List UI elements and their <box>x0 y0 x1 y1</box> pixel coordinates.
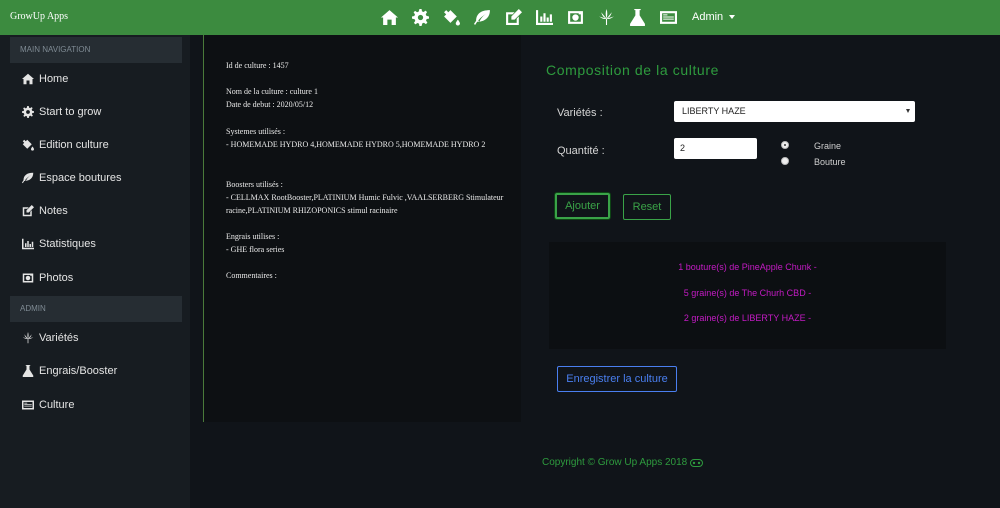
sidebar-item-label: Notes <box>39 205 68 217</box>
boosters-list: - CELLMAX RootBooster,PLATINIUM Humic Fu… <box>226 193 504 215</box>
sidebar-item-start-to-grow[interactable]: Start to grow <box>22 104 101 120</box>
varietes-select[interactable]: LIBERTY HAZE <box>674 101 915 122</box>
list-item: 2 graine(s) de LIBERTY HAZE - <box>683 313 812 323</box>
culture-id: Id de culture : 1457 <box>226 61 289 70</box>
sidebar-item-label: Home <box>39 73 69 85</box>
sidebar-item-label: Engrais/Booster <box>39 365 118 377</box>
id-card-icon <box>22 400 34 410</box>
reset-button[interactable]: Reset <box>623 194 671 220</box>
paint-bucket-icon[interactable] <box>440 6 462 28</box>
admin-dropdown[interactable]: Admin <box>692 11 736 23</box>
culture-start-date: Date de debut : 2020/05/12 <box>226 100 314 109</box>
leaf-icon[interactable] <box>471 6 493 28</box>
home-icon[interactable] <box>378 6 400 28</box>
quantite-label: Quantité : <box>557 145 605 157</box>
sidebar: MAIN NAVIGATION Home Start to grow Editi… <box>0 35 190 508</box>
sidebar-item-label: Culture <box>39 399 75 411</box>
main-navigation-header: MAIN NAVIGATION <box>10 37 182 63</box>
list-item: 5 graine(s) de The Churh CBD - <box>683 288 812 298</box>
varietes-label: Variétés : <box>557 107 603 119</box>
top-nav: Admin <box>378 6 736 28</box>
bar-chart-icon[interactable] <box>533 6 555 28</box>
sidebar-item-engrais-booster[interactable]: Engrais/Booster <box>22 363 117 379</box>
sidebar-item-varietes[interactable]: Variétés <box>22 330 79 346</box>
chevron-down-icon <box>729 15 736 19</box>
sidebar-item-label: Espace boutures <box>39 172 122 184</box>
top-bar: GrowUp Apps Admin <box>0 0 1000 35</box>
camera-icon <box>22 273 34 283</box>
cannabis-leaf-icon[interactable] <box>595 6 617 28</box>
radio-graine[interactable] <box>781 141 789 149</box>
sidebar-item-notes[interactable]: Notes <box>22 203 68 219</box>
camera-icon[interactable] <box>564 6 586 28</box>
systems-list: - HOMEMADE HYDRO 4,HOMEMADE HYDRO 5,HOME… <box>226 140 486 149</box>
varietes-selected-value: LIBERTY HAZE <box>682 106 746 116</box>
logo-icon <box>690 458 704 467</box>
admin-label: Admin <box>692 11 724 23</box>
flask-icon[interactable] <box>626 6 648 28</box>
gear-icon <box>22 106 34 118</box>
sidebar-item-label: Statistiques <box>39 238 96 250</box>
sidebar-item-culture[interactable]: Culture <box>22 397 74 413</box>
id-card-icon[interactable] <box>657 6 679 28</box>
fertilizers-list: - GHE flora series <box>226 245 285 254</box>
quantity-input[interactable]: 2 <box>674 138 757 159</box>
add-button[interactable]: Ajouter <box>555 193 610 219</box>
flask-icon <box>22 365 34 377</box>
brand[interactable]: GrowUp Apps <box>10 11 68 22</box>
paint-bucket-icon <box>22 139 34 151</box>
culture-info-panel: Id de culture : 1457 Nom de la culture :… <box>203 35 521 422</box>
sidebar-item-home[interactable]: Home <box>22 71 68 87</box>
chevron-down-icon <box>906 109 910 113</box>
sidebar-item-label: Edition culture <box>39 139 109 151</box>
sidebar-item-label: Variétés <box>39 332 79 344</box>
sidebar-item-statistiques[interactable]: Statistiques <box>22 236 96 252</box>
list-item: 1 bouture(s) de PineApple Chunk - <box>678 262 817 272</box>
radio-graine-label: Graine <box>814 141 842 151</box>
boosters-title: Boosters utilisés : <box>226 180 283 189</box>
edit-icon[interactable] <box>502 6 524 28</box>
copyright-text: Copyright © Grow Up Apps 2018 <box>542 457 688 468</box>
leaf-icon <box>22 172 34 184</box>
fertilizers-title: Engrais utilises : <box>226 232 280 241</box>
footer: Copyright © Grow Up Apps 2018 <box>542 457 704 468</box>
systems-title: Systemes utilisés : <box>226 127 286 136</box>
cannabis-leaf-icon <box>22 332 34 344</box>
gear-icon[interactable] <box>409 6 431 28</box>
edit-icon <box>22 205 34 217</box>
composition-result-box: 1 bouture(s) de PineApple Chunk - 5 grai… <box>549 242 946 349</box>
sidebar-item-label: Photos <box>39 272 74 284</box>
sidebar-item-photos[interactable]: Photos <box>22 270 73 286</box>
home-icon <box>22 73 34 85</box>
radio-bouture-label: Bouture <box>814 157 846 167</box>
page-title: Composition de la culture <box>546 62 719 78</box>
comments-label: Commentaires : <box>226 271 277 280</box>
sidebar-item-espace-boutures[interactable]: Espace boutures <box>22 170 122 186</box>
culture-name: Nom de la culture : culture 1 <box>226 87 318 96</box>
composition-panel: Composition de la culture Variétés : LIB… <box>527 35 1000 422</box>
bar-chart-icon <box>22 238 34 250</box>
radio-bouture[interactable] <box>781 157 789 165</box>
save-culture-button[interactable]: Enregistrer la culture <box>557 366 677 392</box>
sidebar-item-edition-culture[interactable]: Edition culture <box>22 137 109 153</box>
admin-header: ADMIN <box>10 296 182 322</box>
sidebar-item-label: Start to grow <box>39 106 102 118</box>
